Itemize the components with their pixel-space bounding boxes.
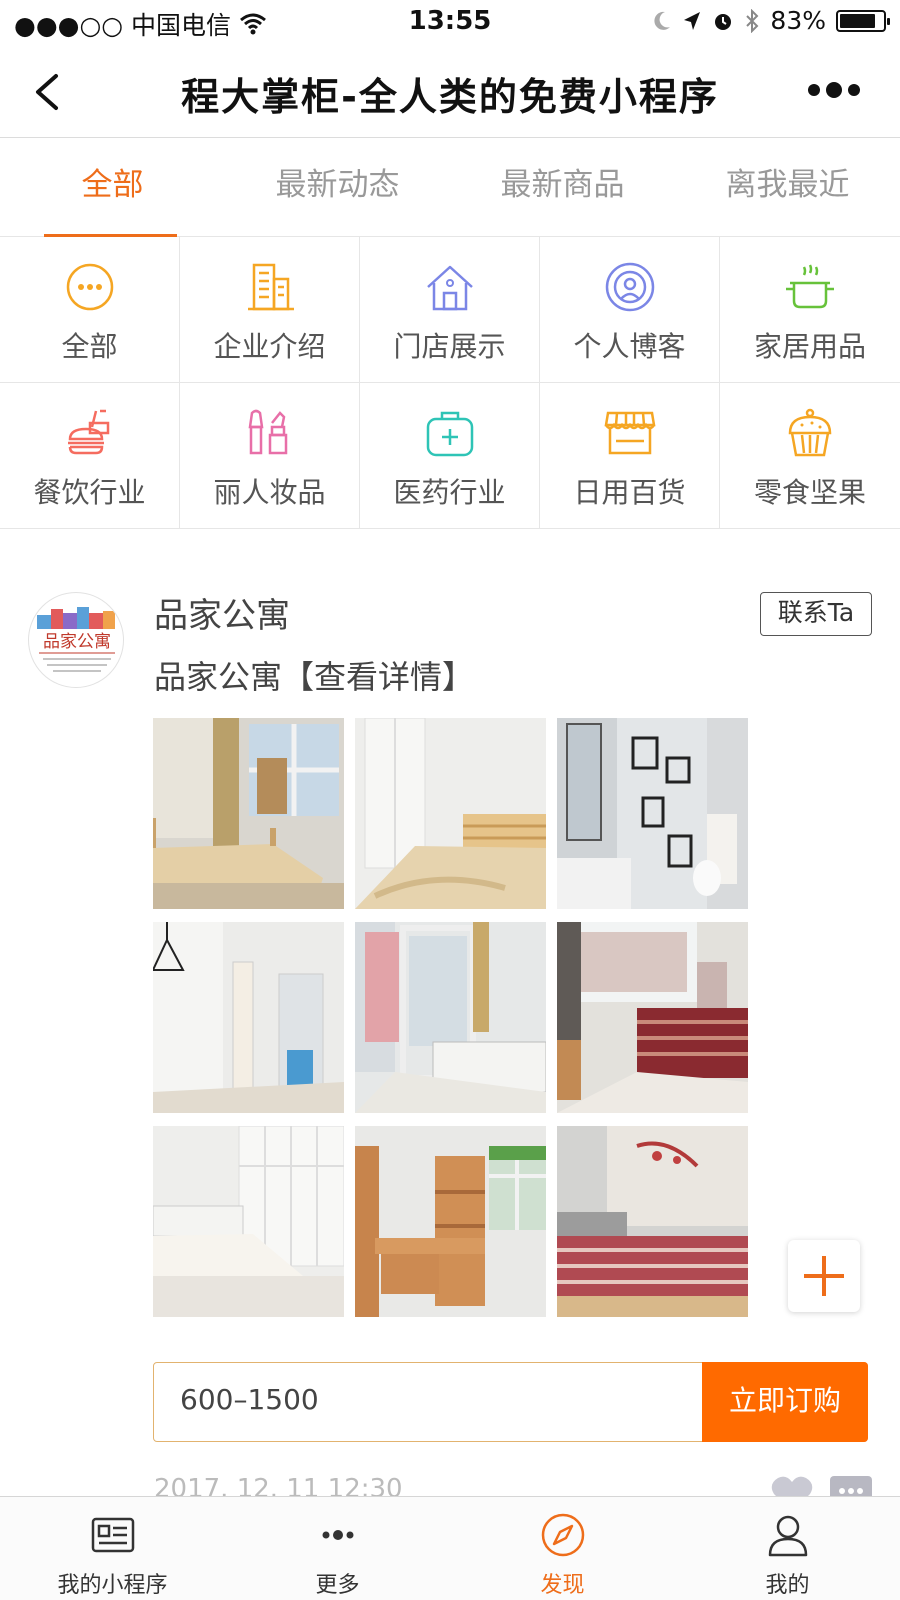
category-label: 丽人妆品 (213, 476, 326, 509)
photo-thumbnail[interactable] (355, 718, 546, 909)
more-dot-icon (826, 82, 842, 98)
avatar[interactable]: 品家公寓 (28, 592, 124, 688)
category-label: 门店展示 (393, 330, 506, 363)
category-label: 医药行业 (393, 476, 506, 509)
status-icons: 83% (652, 6, 890, 35)
tabbar-item-discover[interactable]: 发现 (450, 1497, 675, 1600)
more-menu-button[interactable] (808, 82, 860, 98)
post-card: 品家公寓 品家公寓 联系Ta 品家公寓【查看详情】 600–1500 立即订购 … (0, 530, 900, 1512)
alarm-icon (715, 13, 732, 30)
tabbar-label: 更多 (315, 1573, 360, 1598)
category-blog[interactable]: 个人博客 (540, 237, 720, 383)
tabbar-item-more[interactable]: 更多 (225, 1497, 450, 1600)
category-home-goods[interactable]: 家居用品 (720, 237, 900, 383)
tab-latest-news[interactable]: 最新动态 (225, 139, 450, 237)
photo-grid (153, 718, 753, 1317)
tabbar-label: 我的小程序 (57, 1573, 168, 1598)
post-description-link[interactable]: 品家公寓【查看详情】 (154, 652, 474, 698)
category-label: 零食坚果 (753, 476, 866, 509)
photo-thumbnail[interactable] (153, 718, 344, 909)
category-company[interactable]: 企业介绍 (180, 237, 360, 383)
battery-icon (836, 9, 890, 32)
id-card-icon (91, 1517, 134, 1553)
battery-percent: 83% (770, 6, 826, 35)
photo-thumbnail[interactable] (355, 922, 546, 1113)
buy-now-button[interactable]: 立即订购 (702, 1362, 868, 1442)
bottom-tab-bar: 我的小程序 更多 发现 我的 (0, 1496, 900, 1600)
add-post-button[interactable] (788, 1240, 860, 1312)
category-food[interactable]: 餐饮行业 (0, 383, 180, 529)
photo-thumbnail[interactable] (153, 922, 344, 1113)
category-label: 日用百货 (573, 476, 686, 509)
category-label: 家居用品 (753, 330, 866, 363)
category-beauty[interactable]: 丽人妆品 (180, 383, 360, 529)
photo-thumbnail[interactable] (557, 718, 748, 909)
medkit-icon (426, 411, 473, 457)
avatar-logo-text: 品家公寓 (43, 632, 111, 652)
category-all[interactable]: 全部 (0, 237, 180, 383)
category-label: 全部 (61, 330, 118, 363)
contact-button[interactable]: 联系Ta (760, 592, 872, 636)
person-circle-icon (605, 262, 654, 312)
bluetooth-icon (746, 8, 759, 33)
cupcake-icon (788, 408, 832, 457)
plus-icon (804, 1256, 844, 1296)
photo-thumbnail[interactable] (557, 922, 748, 1113)
category-label: 个人博客 (573, 330, 686, 363)
category-medical[interactable]: 医药行业 (360, 383, 540, 529)
category-daily-goods[interactable]: 日用百货 (540, 383, 720, 529)
tab-nearest[interactable]: 离我最近 (675, 139, 900, 237)
location-arrow-icon (684, 11, 701, 30)
fastfood-icon (67, 409, 109, 455)
pot-icon (786, 264, 834, 309)
category-snacks[interactable]: 零食坚果 (720, 383, 900, 529)
compass-icon (541, 1513, 584, 1557)
tabbar-label: 我的 (765, 1573, 810, 1598)
more-dot-icon (848, 84, 860, 96)
photo-thumbnail[interactable] (153, 1126, 344, 1317)
user-icon (768, 1515, 807, 1557)
category-label: 企业介绍 (213, 330, 326, 363)
makeup-icon (248, 409, 287, 455)
tab-latest-products[interactable]: 最新商品 (450, 139, 675, 237)
price-purchase-bar: 600–1500 立即订购 (153, 1362, 868, 1442)
tabbar-item-my-miniprograms[interactable]: 我的小程序 (0, 1497, 225, 1600)
photo-thumbnail[interactable] (355, 1126, 546, 1317)
apartment-logo-icon: 品家公寓 (37, 607, 115, 672)
tabbar-label: 发现 (540, 1573, 585, 1598)
page-title: 程大掌柜-全人类的免费小程序 (181, 75, 719, 119)
moon-icon (654, 11, 671, 30)
nav-bar: 程大掌柜-全人类的免费小程序 (0, 46, 900, 138)
price-range: 600–1500 (180, 1383, 319, 1416)
dots-icon (322, 1530, 353, 1540)
status-bar: ●●●○○ 中国电信 13:55 83% (0, 0, 900, 46)
filter-tabs: 全部 最新动态 最新商品 离我最近 (0, 139, 900, 237)
more-dot-icon (808, 84, 820, 96)
building-icon (247, 263, 294, 311)
store-icon (604, 411, 655, 455)
ellipsis-circle-icon (66, 263, 113, 311)
category-store[interactable]: 门店展示 (360, 237, 540, 383)
photo-thumbnail[interactable] (557, 1126, 748, 1317)
tabbar-item-me[interactable]: 我的 (675, 1497, 900, 1600)
tab-all[interactable]: 全部 (0, 139, 225, 237)
house-icon (426, 265, 473, 311)
post-author-name[interactable]: 品家公寓 (154, 588, 290, 637)
category-grid: 全部 企业介绍 门店展示 个人博客 家居用品 餐饮行业 丽人妆品 医药行业 日用… (0, 237, 900, 529)
category-label: 餐饮行业 (33, 476, 146, 509)
